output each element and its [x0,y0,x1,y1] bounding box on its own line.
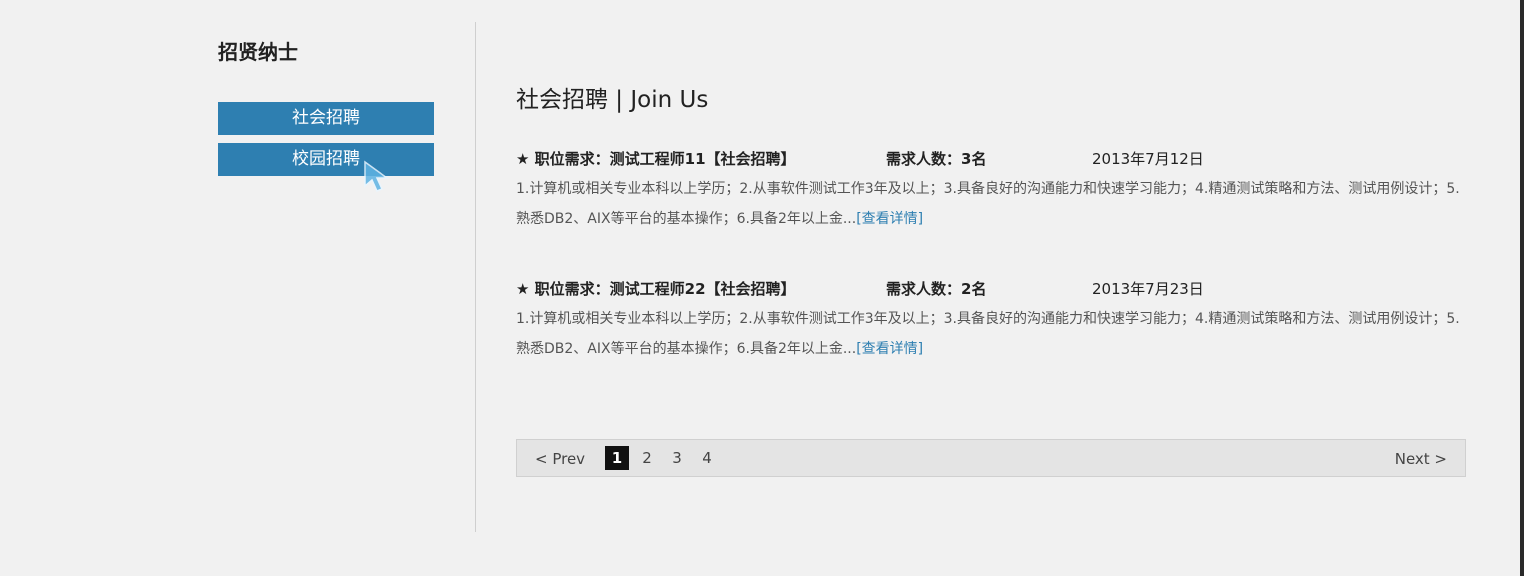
sidebar-item-campus-recruit[interactable]: 校园招聘 [218,143,434,176]
main-content: 社会招聘 | Join Us ★ 职位需求：测试工程师11【社会招聘】 需求人数… [516,84,1466,408]
view-details-link[interactable]: [查看详情] [856,341,923,357]
page-4-button[interactable]: 4 [695,446,719,470]
cursor-icon [364,160,390,192]
job-count: 需求人数：3名 [886,150,987,168]
job-date: 2013年7月12日 [1092,150,1204,168]
job-position: ★ 职位需求：测试工程师22【社会招聘】 [516,280,796,298]
job-description: 1.计算机或相关专业本科以上学历；2.从事软件测试工作3年及以上；3.具备良好的… [516,304,1461,364]
next-page-button[interactable]: Next > [1395,450,1447,468]
job-header: ★ 职位需求：测试工程师22【社会招聘】 需求人数：2名 2013年7月23日 [516,278,1466,300]
job-header: ★ 职位需求：测试工程师11【社会招聘】 需求人数：3名 2013年7月12日 [516,148,1466,170]
job-description-text: 1.计算机或相关专业本科以上学历；2.从事软件测试工作3年及以上；3.具备良好的… [516,311,1460,357]
page-2-button[interactable]: 2 [635,446,659,470]
page-3-button[interactable]: 3 [665,446,689,470]
view-details-link[interactable]: [查看详情] [856,211,923,227]
job-description-text: 1.计算机或相关专业本科以上学历；2.从事软件测试工作3年及以上；3.具备良好的… [516,181,1460,227]
window-edge [1520,0,1524,576]
page-numbers: 1234 [605,446,725,470]
sidebar-title: 招贤纳士 [218,40,298,64]
job-description: 1.计算机或相关专业本科以上学历；2.从事软件测试工作3年及以上；3.具备良好的… [516,174,1461,234]
sidebar-item-social-recruit[interactable]: 社会招聘 [218,102,434,135]
job-position: ★ 职位需求：测试工程师11【社会招聘】 [516,150,796,168]
page-title: 社会招聘 | Join Us [516,87,709,113]
job-listing: ★ 职位需求：测试工程师22【社会招聘】 需求人数：2名 2013年7月23日 … [516,278,1466,364]
prev-page-button[interactable]: < Prev [535,450,585,468]
job-date: 2013年7月23日 [1092,280,1204,298]
sidebar: 招贤纳士 社会招聘 校园招聘 [218,38,434,184]
column-divider [475,22,476,532]
job-count: 需求人数：2名 [886,280,987,298]
page-1-button[interactable]: 1 [605,446,629,470]
job-listing: ★ 职位需求：测试工程师11【社会招聘】 需求人数：3名 2013年7月12日 … [516,148,1466,234]
pagination: < Prev 1234 Next > [516,439,1466,477]
